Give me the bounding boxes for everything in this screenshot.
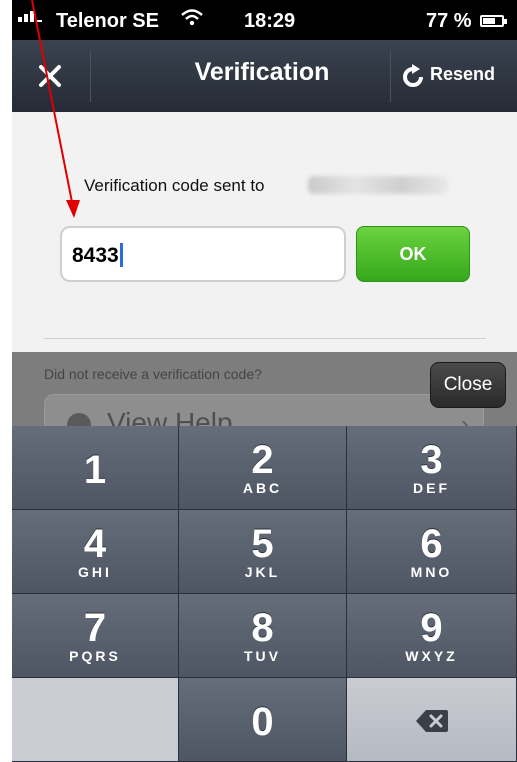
- annotation-arrow: [31, 0, 80, 218]
